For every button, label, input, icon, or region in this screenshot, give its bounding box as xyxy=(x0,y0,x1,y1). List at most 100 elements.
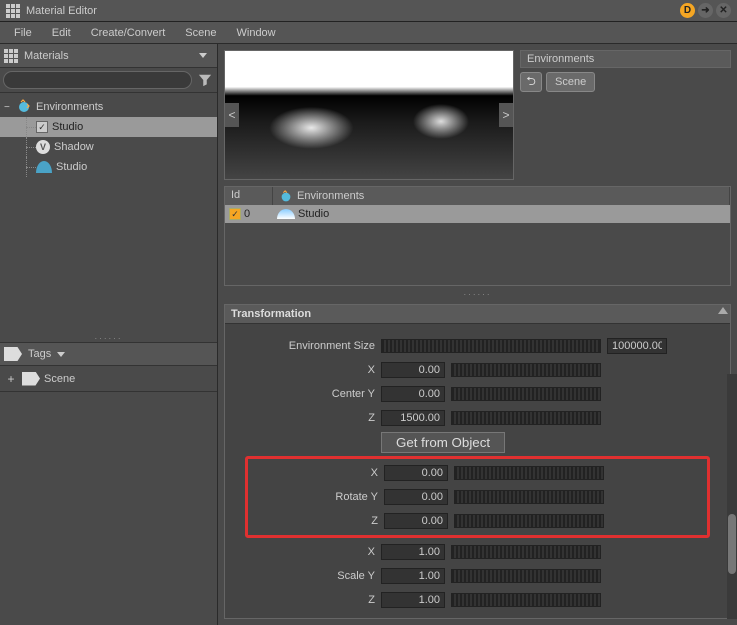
tree-node-studio-2[interactable]: Studio xyxy=(0,157,217,177)
prop-scale-z: Z xyxy=(245,588,710,612)
column-environments[interactable]: Environments xyxy=(273,187,730,205)
slider[interactable] xyxy=(451,569,601,583)
dropdown-arrow-icon xyxy=(57,352,65,357)
prop-rotate-z: Z xyxy=(248,509,707,533)
back-button[interactable]: ⮌ xyxy=(520,72,542,92)
slider[interactable] xyxy=(451,363,601,377)
tag-icon xyxy=(4,347,22,361)
preview-next-button[interactable]: > xyxy=(499,103,513,127)
slider[interactable] xyxy=(454,466,604,480)
value-input[interactable] xyxy=(381,592,445,608)
tags-scene-row[interactable]: + Scene xyxy=(0,366,217,392)
menu-window[interactable]: Window xyxy=(227,24,286,42)
value-input[interactable] xyxy=(381,544,445,560)
menu-edit[interactable]: Edit xyxy=(42,24,81,42)
scrollbar-thumb[interactable] xyxy=(728,514,736,574)
value-input[interactable] xyxy=(607,338,667,354)
preview-image xyxy=(225,51,513,179)
tree-label: Environments xyxy=(36,101,103,113)
value-input[interactable] xyxy=(381,568,445,584)
value-input[interactable] xyxy=(381,410,445,426)
grid-icon xyxy=(4,49,18,63)
tree-node-studio-1[interactable]: ✓ Studio xyxy=(0,117,217,137)
splitter-grip[interactable]: ······ xyxy=(218,290,737,300)
tag-icon xyxy=(22,372,40,386)
slider[interactable] xyxy=(451,545,601,559)
prop-center-y: Center Y xyxy=(245,382,710,406)
row-id: 0 xyxy=(244,208,250,220)
dock-button[interactable]: D xyxy=(680,3,695,18)
environments-header: Environments xyxy=(520,50,731,68)
label: X xyxy=(248,467,378,479)
collapse-icon[interactable]: − xyxy=(4,102,16,113)
highlighted-rotate-group: X Rotate Y Z xyxy=(245,456,710,538)
list-row[interactable]: ✓ 0 Studio xyxy=(225,205,730,223)
studio-dome-icon xyxy=(36,161,52,173)
titlebar: Material Editor D ➜ ✕ xyxy=(0,0,737,22)
scene-tag-label: Scene xyxy=(44,373,75,385)
tree-node-shadow[interactable]: V Shadow xyxy=(0,137,217,157)
environments-icon xyxy=(16,99,32,115)
vertical-scrollbar[interactable] xyxy=(727,374,737,619)
slider[interactable] xyxy=(451,593,601,607)
menubar: File Edit Create/Convert Scene Window xyxy=(0,22,737,44)
tree-label: Shadow xyxy=(54,141,94,153)
section-header-transformation[interactable]: Transformation xyxy=(225,305,730,324)
app-grid-icon xyxy=(6,4,20,18)
menu-scene[interactable]: Scene xyxy=(175,24,226,42)
v-icon: V xyxy=(36,140,50,154)
tags-label: Tags xyxy=(28,348,51,360)
label: Rotate Y xyxy=(248,491,378,503)
preview-viewport: < > xyxy=(224,50,514,180)
checkbox-icon[interactable]: ✓ xyxy=(36,121,48,133)
label: Z xyxy=(248,515,378,527)
filter-button[interactable] xyxy=(196,71,214,89)
menu-file[interactable]: File xyxy=(4,24,42,42)
prop-center-x: X xyxy=(245,358,710,382)
label: Scale Y xyxy=(245,570,375,582)
properties-panel: Transformation Environment Size X Center… xyxy=(224,304,731,619)
studio-dome-icon xyxy=(277,209,295,219)
expand-icon[interactable]: + xyxy=(4,372,18,386)
label: Center Y xyxy=(245,388,375,400)
tree-node-environments[interactable]: − Environments xyxy=(0,97,217,117)
materials-panel-header[interactable]: Materials xyxy=(0,44,217,68)
tree-label: Studio xyxy=(56,161,87,173)
slider[interactable] xyxy=(451,387,601,401)
environment-list: Id Environments ✓ 0 Studio xyxy=(224,186,731,286)
prop-get-from-object: Get from Object xyxy=(245,430,710,454)
value-input[interactable] xyxy=(384,489,448,505)
tags-panel-header[interactable]: Tags xyxy=(0,342,217,366)
material-tree: − Environments ✓ Studio V Shadow Studio xyxy=(0,93,217,334)
checkbox-icon[interactable]: ✓ xyxy=(229,208,241,220)
slider[interactable] xyxy=(451,411,601,425)
row-name: Studio xyxy=(298,208,329,220)
slider[interactable] xyxy=(454,490,604,504)
materials-label: Materials xyxy=(24,50,193,62)
search-input[interactable] xyxy=(3,71,192,89)
value-input[interactable] xyxy=(384,513,448,529)
slider[interactable] xyxy=(381,339,601,353)
undock-arrow-button[interactable]: ➜ xyxy=(698,3,713,18)
splitter-grip[interactable]: ······ xyxy=(0,334,217,342)
value-input[interactable] xyxy=(381,362,445,378)
dropdown-arrow-icon xyxy=(199,53,207,58)
left-sidebar: Materials − Environments ✓ Studio xyxy=(0,44,218,625)
get-from-object-button[interactable]: Get from Object xyxy=(381,432,505,453)
window-title: Material Editor xyxy=(26,5,680,17)
label: Z xyxy=(245,412,375,424)
prop-scale-x: X xyxy=(245,540,710,564)
prop-rotate-y: Rotate Y xyxy=(248,485,707,509)
scroll-up-arrow[interactable] xyxy=(718,307,728,314)
label: Environment Size xyxy=(245,340,375,352)
preview-prev-button[interactable]: < xyxy=(225,103,239,127)
menu-create-convert[interactable]: Create/Convert xyxy=(81,24,176,42)
right-area: < > Environments ⮌ Scene Id Environm xyxy=(218,44,737,625)
slider[interactable] xyxy=(454,514,604,528)
environments-icon xyxy=(279,189,293,203)
column-id[interactable]: Id xyxy=(225,187,273,205)
scene-button[interactable]: Scene xyxy=(546,72,595,92)
close-button[interactable]: ✕ xyxy=(716,3,731,18)
value-input[interactable] xyxy=(384,465,448,481)
value-input[interactable] xyxy=(381,386,445,402)
